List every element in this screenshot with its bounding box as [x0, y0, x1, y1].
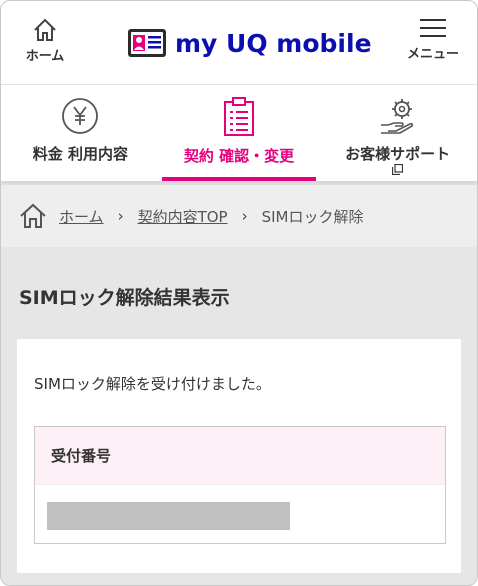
- tab-label: 料金 利用内容: [32, 145, 128, 163]
- receipt-number-redacted: [47, 502, 290, 530]
- home-button[interactable]: ホーム: [15, 17, 75, 73]
- breadcrumb-contract-top-link[interactable]: 契約内容TOP: [138, 206, 228, 227]
- tab-label: お客様サポート: [318, 143, 477, 175]
- breadcrumb-home-link[interactable]: ホーム: [59, 206, 104, 227]
- tab-customer-support[interactable]: お客様サポート: [318, 85, 477, 181]
- home-icon: [34, 18, 56, 41]
- site-header: ホーム my UQ mobile メニュー: [1, 1, 477, 85]
- result-card: SIMロック解除を受け付けました。 受付番号: [17, 339, 461, 573]
- menu-button[interactable]: メニュー: [401, 19, 465, 69]
- id-card-logo-icon: [128, 29, 166, 57]
- breadcrumb-current: SIMロック解除: [261, 207, 364, 226]
- breadcrumb-chevron-icon: ›: [241, 207, 248, 225]
- page-frame: ホーム my UQ mobile メニュー 料金 利用内容 契約 確認・変更 お…: [0, 0, 478, 586]
- support-gear-icon: [380, 99, 413, 134]
- receipt-number-header: 受付番号: [35, 427, 445, 485]
- menu-label: メニュー: [406, 47, 459, 62]
- tab-label: 契約 確認・変更: [183, 147, 295, 165]
- tab-label-text: お客様サポート: [345, 145, 451, 163]
- yen-icon: [62, 98, 99, 134]
- logo-text: my UQ mobile: [175, 28, 372, 58]
- breadcrumb: ホーム › 契約内容TOP › SIMロック解除: [1, 185, 477, 247]
- external-link-icon: [392, 164, 404, 175]
- main-tabs: 料金 利用内容 契約 確認・変更 お客様サポート: [1, 85, 477, 181]
- page-title: SIMロック解除結果表示: [19, 287, 230, 309]
- clipboard-icon: [224, 97, 254, 136]
- uq-mobile-logo[interactable]: my UQ mobile: [127, 27, 372, 59]
- tab-contract[interactable]: 契約 確認・変更: [160, 85, 319, 181]
- home-label: ホーム: [25, 49, 65, 64]
- breadcrumb-chevron-icon: ›: [117, 207, 124, 225]
- receipt-box: 受付番号: [34, 426, 446, 544]
- tab-billing-usage[interactable]: 料金 利用内容: [1, 85, 160, 181]
- home-icon: [20, 203, 46, 228]
- result-message: SIMロック解除を受け付けました。: [34, 375, 271, 393]
- hamburger-icon: [420, 19, 446, 37]
